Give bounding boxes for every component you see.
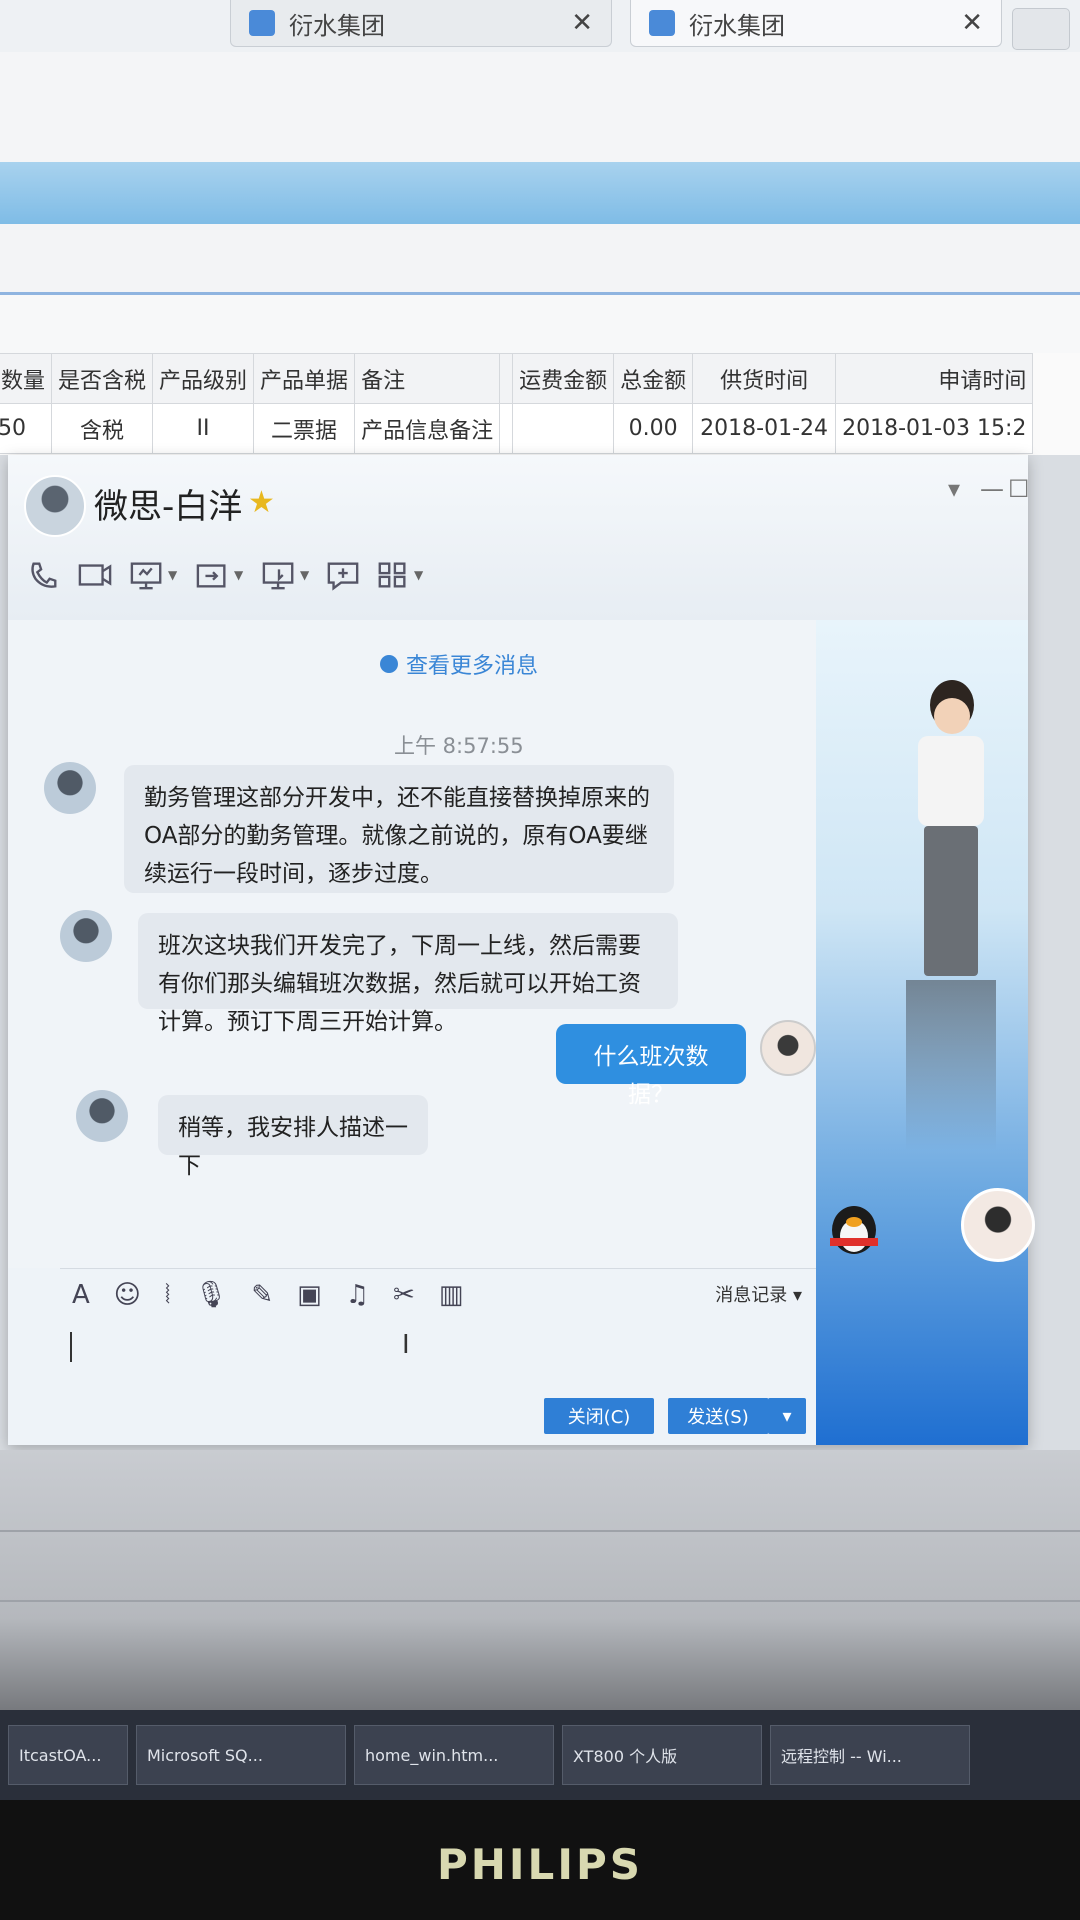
figure-reflection (906, 980, 996, 1150)
browser-tab-bar: 衍水集团 ✕ 衍水集团 ✕ (0, 0, 1080, 53)
contact-avatar[interactable] (24, 475, 86, 537)
table-cell: 2018-01-24 (692, 403, 837, 454)
chat-window: 微思-白洋 ★ ▾ — ☐ ▼ ▼ ▼ ▼ 查看更多消息 上午 8:57:55 … (8, 455, 1035, 1445)
column-header: 运费金额 (512, 353, 615, 404)
my-avatar[interactable] (760, 1020, 816, 1076)
image-icon[interactable]: ▣ (297, 1280, 322, 1310)
taskbar-item[interactable]: ItcastOA... (8, 1725, 128, 1785)
order-table: 品数量 是否含税 产品级别 产品单据 备注 运费金额 总金额 供货时间 申请时间… (0, 353, 1080, 455)
maximize-icon[interactable]: ☐ (1008, 475, 1030, 503)
minimize-icon[interactable]: — (980, 475, 1004, 503)
vibrate-icon[interactable]: ⦚ (165, 1280, 170, 1311)
trash-icon[interactable]: ▥ (439, 1280, 464, 1310)
page-spacer (0, 295, 1080, 353)
table-cell (499, 403, 514, 454)
site-favicon-icon (649, 10, 675, 36)
message-bubble: 勤务管理这部分开发中，还不能直接替换掉原来的OA部分的勤务管理。就像之前说的，原… (124, 765, 674, 893)
remote-desktop-icon[interactable]: ▼ (260, 557, 309, 593)
dropdown-arrow-icon[interactable]: ▾ (948, 475, 960, 503)
taskbar-item[interactable]: 远程控制 -- Wi... (770, 1725, 970, 1785)
text-caret (70, 1332, 72, 1362)
close-tab-icon[interactable]: ✕ (571, 8, 593, 38)
message-input[interactable]: I (60, 1320, 816, 1390)
site-favicon-icon (249, 10, 275, 36)
table-cell: 50 (0, 403, 53, 454)
chat-header: 微思-白洋 ★ ▾ — ☐ ▼ ▼ ▼ ▼ (8, 455, 1030, 620)
column-header: 品数量 (0, 353, 53, 404)
column-header: 供货时间 (692, 353, 837, 404)
message-timestamp: 上午 8:57:55 (394, 734, 524, 758)
close-tab-icon[interactable]: ✕ (961, 8, 983, 38)
message-history-button[interactable]: 消息记录 ▾ (715, 1281, 802, 1307)
tab-label: 衍水集团 (689, 11, 785, 40)
send-button[interactable]: 发送(S) (668, 1398, 769, 1434)
qq-penguin-icon (830, 1206, 878, 1254)
table-cell (512, 403, 615, 454)
send-options-dropdown[interactable]: ▾ (768, 1398, 806, 1434)
message-history-label: 消息记录 (715, 1285, 788, 1306)
table-cell: II (152, 403, 255, 454)
taskbar-item[interactable]: XT800 个人版 (562, 1725, 762, 1785)
tab-label: 衍水集团 (289, 11, 385, 40)
input-toolbar: A ☺ ⦚ 🎙 ✎ ▣ ♫ ✂ ▥ 消息记录 ▾ (60, 1268, 816, 1321)
column-header: 申请时间 (835, 353, 1034, 404)
column-header: 是否含税 (51, 353, 154, 404)
page-header-bar (0, 162, 1080, 224)
pen-icon[interactable]: ✎ (251, 1280, 273, 1310)
taskbar-item[interactable]: home_win.htm... (354, 1725, 554, 1785)
table-cell: 含税 (51, 403, 154, 454)
browser-tab-2[interactable]: 衍水集团 ✕ (630, 0, 1002, 47)
table-row[interactable]: 50 含税 II 二票据 产品信息备注 0.00 2018-01-24 2018… (0, 403, 1034, 454)
screen-share-icon[interactable]: ▼ (128, 557, 177, 593)
close-button[interactable]: 关闭(C) (544, 1398, 654, 1434)
contact-avatar-small[interactable] (44, 762, 96, 814)
contact-avatar-small[interactable] (60, 910, 112, 962)
table-cell: 0.00 (613, 403, 694, 454)
contact-avatar-small[interactable] (76, 1090, 128, 1142)
load-more-label: 查看更多消息 (406, 654, 539, 679)
music-icon[interactable]: ♫ (346, 1280, 369, 1310)
microphone-icon[interactable]: 🎙 (194, 1280, 227, 1310)
page-filter-bar (0, 224, 1080, 295)
table-header-row: 品数量 是否含税 产品级别 产品单据 备注 运费金额 总金额 供货时间 申请时间 (0, 353, 1034, 404)
taskbar: ItcastOA... Microsoft SQ... home_win.htm… (0, 1710, 1080, 1800)
desktop-background (0, 1450, 1080, 1730)
browser-tab-1[interactable]: 衍水集团 ✕ (230, 0, 612, 47)
my-profile-avatar[interactable] (961, 1188, 1035, 1262)
table-cell: 二票据 (253, 403, 356, 454)
voice-call-icon[interactable] (24, 557, 62, 593)
browser-toolbar (0, 52, 1080, 163)
column-header: 产品单据 (253, 353, 356, 404)
table-cell: 产品信息备注 (354, 403, 501, 454)
column-header: 总金额 (613, 353, 694, 404)
load-more-link[interactable]: 查看更多消息 (380, 648, 538, 680)
video-call-icon[interactable] (76, 557, 114, 593)
message-bubble: 班次这块我们开发完了，下周一上线，然后需要有你们那头编辑班次数据，然后就可以开始… (138, 913, 678, 1035)
font-icon[interactable]: A (72, 1280, 90, 1310)
my-message-bubble: 什么班次数据？ (556, 1024, 746, 1108)
contact-name[interactable]: 微思-白洋 (94, 479, 242, 528)
monitor-brand-logo: PHILIPS (437, 1840, 643, 1889)
vip-star-icon: ★ (248, 485, 275, 520)
column-header (499, 353, 514, 404)
file-transfer-icon[interactable]: ▼ (194, 557, 243, 593)
table-cell: 2018-01-03 15:2 (835, 403, 1034, 454)
emoji-icon[interactable]: ☺ (114, 1280, 141, 1310)
scissors-icon[interactable]: ✂ (393, 1280, 415, 1310)
message-list[interactable]: 查看更多消息 上午 8:57:55 勤务管理这部分开发中，还不能直接替换掉原来的… (8, 620, 816, 1268)
clock-icon (380, 655, 398, 673)
avatar-figure (906, 680, 996, 980)
ibeam-cursor-icon: I (402, 1330, 410, 1360)
create-discussion-icon[interactable] (324, 557, 362, 593)
message-bubble: 稍等，我安排人描述一下 (158, 1095, 428, 1179)
apps-grid-icon[interactable]: ▼ (374, 557, 423, 593)
column-header: 产品级别 (152, 353, 255, 404)
taskbar-item[interactable]: Microsoft SQ... (136, 1725, 346, 1785)
new-tab-button[interactable] (1012, 8, 1070, 50)
profile-show-panel (816, 620, 1035, 1445)
column-header: 备注 (354, 353, 501, 404)
